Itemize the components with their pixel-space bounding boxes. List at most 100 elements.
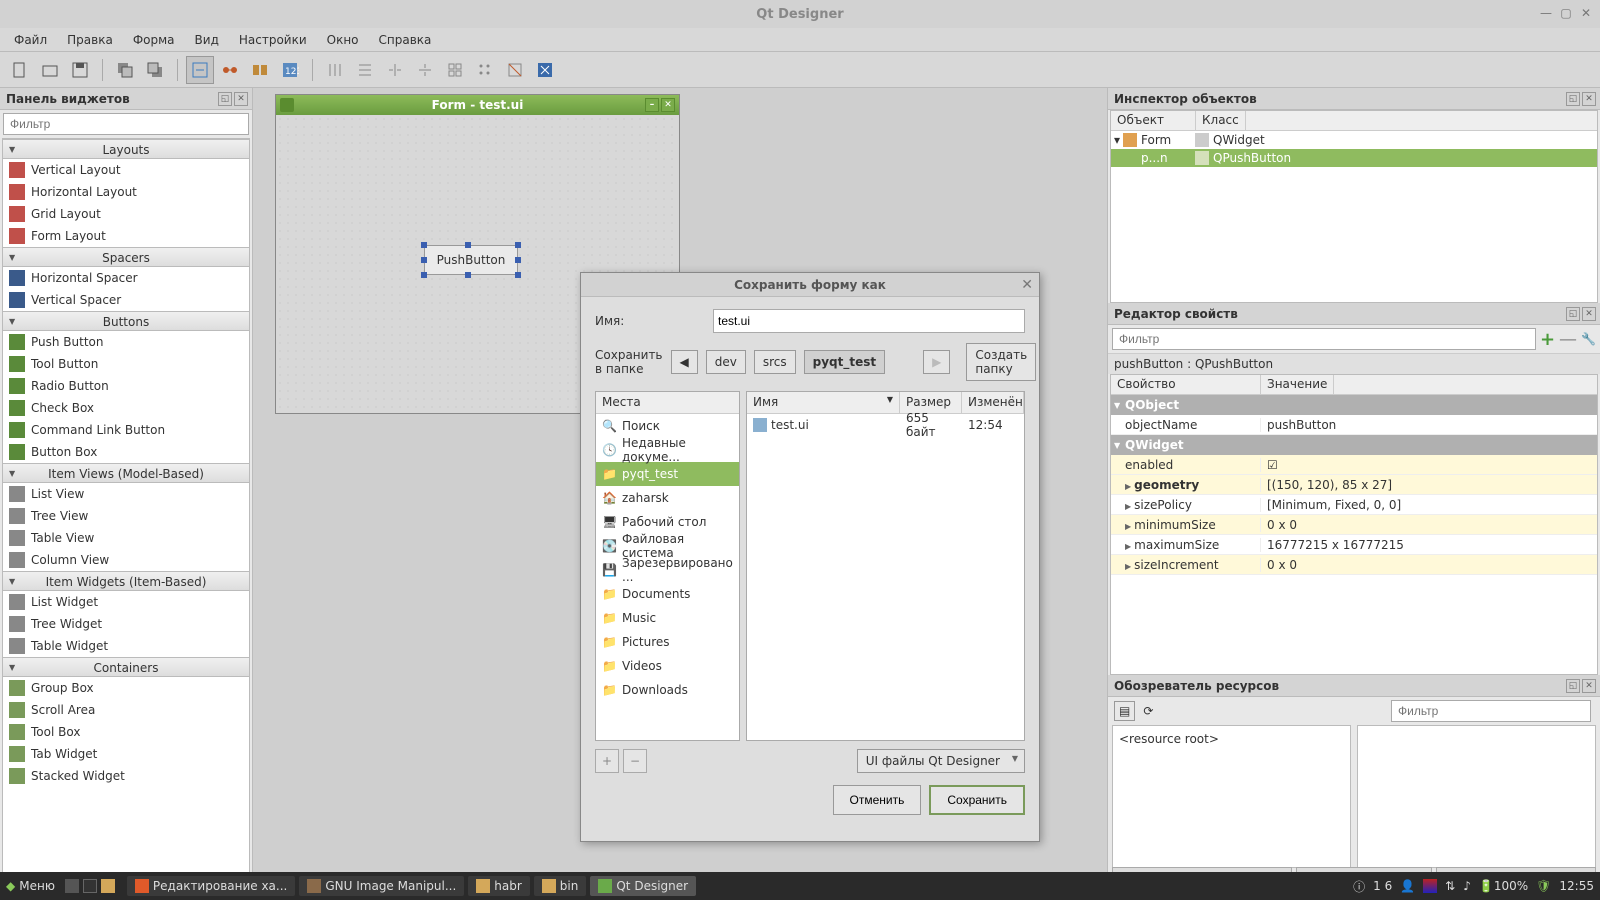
resource-preview[interactable]: [1357, 725, 1596, 868]
inspector-tree[interactable]: ОбъектКласс ▾FormQWidget p...nQPushButto…: [1110, 110, 1598, 303]
menu-help[interactable]: Справка: [371, 30, 440, 50]
tool-bringfront-icon[interactable]: [141, 56, 169, 84]
widget-item[interactable]: Column View: [3, 549, 249, 571]
place-item[interactable]: 💽Файловая система: [596, 534, 739, 558]
widget-item[interactable]: Check Box: [3, 397, 249, 419]
tool-layout-vsplit-icon[interactable]: [411, 56, 439, 84]
props-col-name[interactable]: Свойство: [1111, 375, 1261, 394]
widget-item[interactable]: Tab Widget: [3, 743, 249, 765]
start-menu-icon[interactable]: ◆: [6, 879, 15, 893]
inspector-row-pushbutton[interactable]: p...nQPushButton: [1111, 149, 1597, 167]
tool-layout-form-icon[interactable]: [471, 56, 499, 84]
tray-workspace[interactable]: 1 6: [1373, 879, 1392, 893]
widget-filter-input[interactable]: [3, 113, 249, 135]
remove-bookmark-icon[interactable]: −: [623, 749, 647, 773]
widget-item[interactable]: Table Widget: [3, 635, 249, 657]
tool-layout-v-icon[interactable]: [351, 56, 379, 84]
files-col-name[interactable]: Имя ▼: [747, 392, 900, 413]
place-item[interactable]: 🏠zaharsk: [596, 486, 739, 510]
widget-group[interactable]: Spacers: [3, 247, 249, 267]
cancel-button[interactable]: Отменить: [833, 785, 922, 815]
place-item[interactable]: 📁Documents: [596, 582, 739, 606]
tray-keyboard-icon[interactable]: [1423, 879, 1437, 893]
widget-item[interactable]: Radio Button: [3, 375, 249, 397]
show-desktop-icon[interactable]: [65, 879, 79, 893]
configure-icon[interactable]: 🔧: [1581, 332, 1596, 346]
prop-row[interactable]: enabled☑: [1111, 455, 1597, 475]
form-titlebar[interactable]: Form - test.ui –✕: [276, 95, 679, 115]
taskbar-item[interactable]: bin: [534, 876, 587, 896]
save-button[interactable]: Сохранить: [929, 785, 1025, 815]
widget-group[interactable]: Buttons: [3, 311, 249, 331]
taskbar-item[interactable]: Редактирование xa...: [127, 876, 295, 896]
minimize-icon[interactable]: —: [1538, 6, 1554, 22]
widget-item[interactable]: Group Box: [3, 677, 249, 699]
pushbutton-widget[interactable]: PushButton: [424, 245, 518, 275]
menu-form[interactable]: Форма: [125, 30, 183, 50]
widget-item[interactable]: Tree View: [3, 505, 249, 527]
prop-row[interactable]: sizePolicy[Minimum, Fixed, 0, 0]: [1111, 495, 1597, 515]
reload-icon[interactable]: ⟳: [1143, 704, 1153, 718]
start-menu-label[interactable]: Меню: [19, 879, 55, 893]
tool-edit-widgets-icon[interactable]: [186, 56, 214, 84]
prop-row[interactable]: sizeIncrement0 x 0: [1111, 555, 1597, 575]
widget-item[interactable]: Push Button: [3, 331, 249, 353]
tool-layout-grid-icon[interactable]: [441, 56, 469, 84]
files-icon[interactable]: [101, 879, 115, 893]
prop-row[interactable]: geometry[(150, 120), 85 x 27]: [1111, 475, 1597, 495]
tool-save-icon[interactable]: [66, 56, 94, 84]
prop-row[interactable]: maximumSize16777215 x 16777215: [1111, 535, 1597, 555]
place-item[interactable]: 📁Music: [596, 606, 739, 630]
place-item[interactable]: 📁pyqt_test: [596, 462, 739, 486]
tool-adjust-size-icon[interactable]: [531, 56, 559, 84]
tool-edit-buddies-icon[interactable]: [246, 56, 274, 84]
props-filter-input[interactable]: [1112, 328, 1536, 350]
path-back-icon[interactable]: ◀: [671, 350, 698, 374]
tray-battery-icon[interactable]: 🔋100%: [1479, 879, 1528, 893]
path-seg-2[interactable]: pyqt_test: [804, 350, 886, 374]
widget-item[interactable]: Horizontal Layout: [3, 181, 249, 203]
menu-window[interactable]: Окно: [319, 30, 367, 50]
path-forward-icon[interactable]: ▶: [923, 350, 950, 374]
tray-network-icon[interactable]: ⇅: [1445, 879, 1455, 893]
tool-edit-signals-icon[interactable]: [216, 56, 244, 84]
terminal-icon[interactable]: [83, 879, 97, 893]
undock-icon[interactable]: ◱: [218, 92, 232, 106]
tool-layout-h-icon[interactable]: [321, 56, 349, 84]
widget-group[interactable]: Item Views (Model-Based): [3, 463, 249, 483]
widget-list[interactable]: LayoutsVertical LayoutHorizontal LayoutG…: [2, 138, 250, 900]
widget-item[interactable]: List Widget: [3, 591, 249, 613]
undock-icon[interactable]: ◱: [1566, 679, 1580, 693]
widget-item[interactable]: Grid Layout: [3, 203, 249, 225]
form-minimize-icon[interactable]: –: [645, 98, 659, 112]
widget-item[interactable]: List View: [3, 483, 249, 505]
add-bookmark-icon[interactable]: +: [595, 749, 619, 773]
place-item[interactable]: 📁Videos: [596, 654, 739, 678]
tray-sound-icon[interactable]: ♪: [1463, 879, 1471, 893]
widget-group[interactable]: Layouts: [3, 139, 249, 159]
tray-clock[interactable]: 12:55: [1559, 879, 1594, 893]
dialog-close-icon[interactable]: ✕: [1021, 277, 1033, 293]
widget-item[interactable]: Tool Button: [3, 353, 249, 375]
edit-resources-icon[interactable]: ▤: [1114, 701, 1135, 721]
place-item[interactable]: 📁Downloads: [596, 678, 739, 702]
widget-group[interactable]: Containers: [3, 657, 249, 677]
inspector-col-object[interactable]: Объект: [1111, 111, 1196, 130]
menu-edit[interactable]: Правка: [59, 30, 121, 50]
tool-break-layout-icon[interactable]: [501, 56, 529, 84]
tray-user-icon[interactable]: 👤: [1400, 879, 1415, 893]
prop-row[interactable]: minimumSize0 x 0: [1111, 515, 1597, 535]
files-list[interactable]: Имя ▼ Размер Изменён test.ui 655 байт 12…: [746, 391, 1025, 741]
close-panel-icon[interactable]: ✕: [234, 92, 248, 106]
taskbar-item[interactable]: Qt Designer: [590, 876, 696, 896]
widget-item[interactable]: Vertical Spacer: [3, 289, 249, 311]
file-row[interactable]: test.ui 655 байт 12:54: [747, 414, 1024, 436]
files-col-size[interactable]: Размер: [900, 392, 962, 413]
form-close-icon[interactable]: ✕: [661, 98, 675, 112]
remove-property-icon[interactable]: —: [1559, 329, 1577, 350]
widget-item[interactable]: Form Layout: [3, 225, 249, 247]
props-col-value[interactable]: Значение: [1261, 375, 1334, 394]
resource-filter-input[interactable]: [1391, 700, 1591, 722]
path-seg-1[interactable]: srcs: [754, 350, 796, 374]
add-property-icon[interactable]: +: [1540, 329, 1555, 350]
